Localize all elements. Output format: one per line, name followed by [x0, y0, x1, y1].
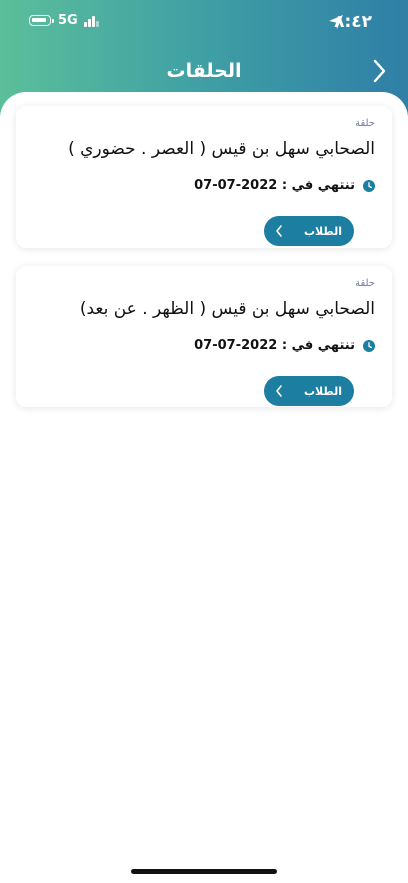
end-date: تنتهي في : 2022-07-07	[194, 338, 355, 353]
end-date-row: تنتهي في : 2022-07-07	[194, 178, 375, 193]
circle-type-label: حلقة	[355, 278, 375, 289]
clock-icon	[363, 179, 375, 192]
circle-card[interactable]: حلقة الصحابي سهل بن قيس ( الظهر . عن بعد…	[16, 266, 392, 407]
students-button-label: الطلاب	[303, 384, 342, 398]
end-date: تنتهي في : 2022-07-07	[194, 178, 355, 193]
content-panel: حلقة الصحابي سهل بن قيس ( العصر . حضوري …	[0, 92, 408, 883]
circle-type-label: حلقة	[355, 118, 375, 129]
clock-icon	[363, 339, 375, 352]
status-bar: 5G ٨:٤٢	[0, 0, 408, 46]
circle-title: الصحابي سهل بن قيس ( العصر . حضوري )	[68, 139, 375, 159]
students-button-label: الطلاب	[303, 224, 342, 238]
circle-card[interactable]: حلقة الصحابي سهل بن قيس ( العصر . حضوري …	[16, 106, 392, 248]
back-chevron-icon[interactable]	[370, 58, 388, 84]
chevron-left-icon	[276, 385, 282, 397]
page-title: الحلقات	[166, 60, 242, 82]
circle-title: الصحابي سهل بن قيس ( الظهر . عن بعد)	[79, 299, 375, 319]
end-date-row: تنتهي في : 2022-07-07	[194, 338, 375, 353]
signal-icon	[84, 15, 100, 27]
status-time: ٨:٤٢	[334, 12, 372, 32]
students-button[interactable]: الطلاب	[264, 216, 354, 246]
network-type: 5G	[58, 13, 78, 28]
home-indicator[interactable]	[131, 869, 277, 874]
students-button[interactable]: الطلاب	[264, 376, 354, 406]
chevron-left-icon	[276, 225, 282, 237]
battery-icon	[29, 15, 54, 26]
